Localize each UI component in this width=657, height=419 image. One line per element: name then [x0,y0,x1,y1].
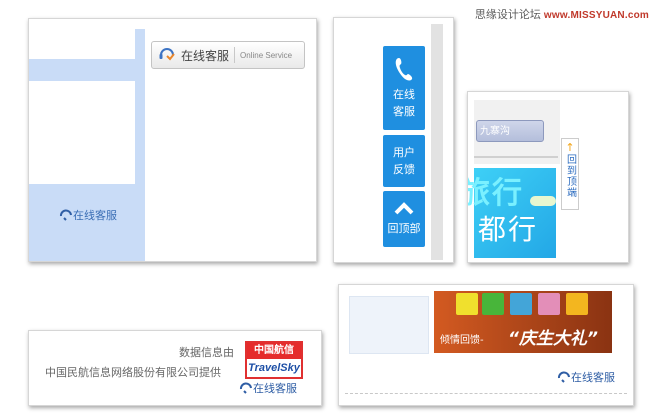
banner-cloud [530,196,556,206]
feedback-float-label: 用户反馈 [393,146,415,176]
back-to-top-tab[interactable]: ↑ 回到顶端 [561,138,579,210]
online-service-float-button[interactable]: 在线客服 [383,46,425,130]
service-swirl-icon [240,382,252,394]
phone-icon [395,58,413,81]
promo-block [538,293,560,315]
back-to-top-tab-label: 回到顶端 [564,154,576,198]
promo-small-text: 倾情回馈- [440,335,484,346]
destination-input[interactable]: 九寨沟 [476,120,544,142]
online-service-link-text: 在线客服 [253,382,297,395]
logo-en: TravelSky [248,362,300,374]
online-service-button[interactable]: 在线客服 Online Service [151,41,305,69]
credit-line-2: 中国民航信息网络股份有限公司提供 [45,366,221,379]
promo-panel: 倾情回馈- “庆生大礼” 在线客服 [338,284,634,406]
sidebar-bar-vertical [135,29,145,189]
promo-left-block [349,296,429,354]
credit-line-1: 数据信息由 [179,346,234,359]
button-separator [234,47,236,63]
dashed-divider [345,393,627,394]
promo-block [566,293,588,315]
sidebar-service-panel: 在线客服 Online Service 在线客服 [28,18,317,262]
site-watermark: 思缘设计论坛 www.MISSYUAN.com [475,6,649,22]
back-to-top-panel: 九寨沟 旅行 都行 ↑ 回到顶端 [467,91,629,263]
promo-block [482,293,504,315]
logo-cn: 中国航信 [247,343,301,359]
watermark-brand: www.MISSYUAN.com [543,10,649,21]
travelsky-logo: 中国航信 TravelSky [245,341,303,379]
online-service-label-en: Online Service [240,50,293,60]
promo-color-blocks [434,291,612,319]
footer-credit-panel: 数据信息由 中国民航信息网络股份有限公司提供 中国航信 TravelSky 在线… [28,330,322,406]
travel-banner-image: 旅行 都行 [468,168,556,258]
sidebar-bar-top [29,59,135,81]
online-service-float-label: 在线客服 [393,88,415,118]
online-service-label: 在线客服 [181,48,230,63]
arrow-up-icon: ↑ [565,141,575,154]
online-service-link-text: 在线客服 [571,371,615,384]
online-service-link-text: 在线客服 [73,209,117,222]
online-service-link[interactable]: 在线客服 [557,369,615,385]
feedback-float-button[interactable]: 用户反馈 [383,135,425,187]
service-swirl-icon [558,371,570,383]
headset-chat-icon [159,48,175,61]
watermark-text: 思缘设计论坛 [474,9,541,21]
back-to-top-float-label: 回顶部 [387,221,421,235]
floating-toolbar-panel: 在线客服 用户反馈 回顶部 [333,17,454,263]
promo-block [510,293,532,315]
promo-big-text: “庆生大礼” [508,329,598,349]
promo-block [456,293,478,315]
online-service-link[interactable]: 在线客服 [59,207,117,223]
chevron-up-icon [394,201,414,214]
banner-text-1: 旅行 [468,176,524,211]
back-to-top-float-button[interactable]: 回顶部 [383,191,425,247]
banner-text-2: 都行 [478,213,539,246]
service-swirl-icon [60,209,72,221]
divider [474,156,558,158]
online-service-link[interactable]: 在线客服 [239,380,297,396]
scrollbar-track [431,24,443,260]
promo-banner-image[interactable]: 倾情回馈- “庆生大礼” [434,291,612,353]
